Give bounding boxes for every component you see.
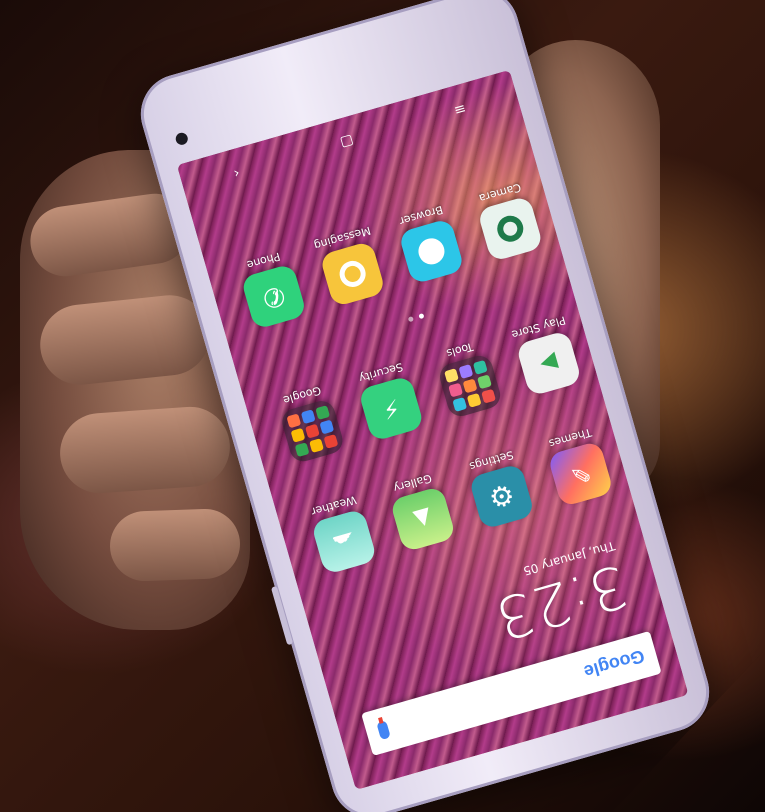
app-messaging[interactable]: Messaging [307,222,394,310]
back-icon[interactable]: ‹ [232,165,242,182]
phone-icon: ✆ [240,263,308,330]
mic-icon[interactable] [376,720,391,741]
finger-4 [108,507,242,583]
app-weather[interactable]: ☁ Weather [298,490,385,578]
app-browser[interactable]: Browser [386,199,473,287]
folder-google[interactable]: Google [267,379,354,467]
play-store-icon: ▶ [515,329,583,397]
navigation-bar: ≡ ▢ ‹ [180,79,520,201]
app-settings[interactable]: ⚙ Settings [456,445,543,533]
settings-icon: ⚙ [468,463,536,530]
clock-widget[interactable]: 3:23 Thu, January 05 [484,539,635,654]
front-camera [174,131,190,147]
google-logo: Google [581,646,647,683]
folder-thumbnails [444,359,497,412]
menu-icon[interactable]: ≡ [452,100,468,119]
home-icon[interactable]: ▢ [338,132,355,151]
page-dot-2 [407,316,414,323]
tools-folder-icon [436,352,504,420]
app-phone[interactable]: ✆ Phone [228,245,315,333]
app-themes[interactable]: ✎ Themes [535,422,622,510]
app-camera[interactable]: Camera [465,177,552,265]
camera-icon [476,195,544,263]
rotated-photo-crop: ≡ ▢ ‹ Google 3:23 Thu, January 05 ✎ Them… [0,0,765,812]
google-folder-icon [278,397,346,465]
app-security[interactable]: ⚡ Security [345,357,432,445]
weather-icon: ☁ [310,508,378,576]
photo-scene: ≡ ▢ ‹ Google 3:23 Thu, January 05 ✎ Them… [0,0,765,812]
browser-icon [398,217,465,285]
finger-3 [57,404,233,496]
page-indicator [407,313,425,323]
messaging-icon [319,240,387,308]
app-play-store[interactable]: ▶ Play Store [503,311,590,399]
gallery-icon: ▲ [389,485,457,553]
app-gallery[interactable]: ▲ Gallery [377,467,464,555]
themes-icon: ✎ [547,440,614,508]
folder-tools[interactable]: Tools [424,334,511,422]
page-dot-1 [418,313,425,320]
security-icon: ⚡ [357,375,425,442]
folder-thumbnails [286,405,339,458]
